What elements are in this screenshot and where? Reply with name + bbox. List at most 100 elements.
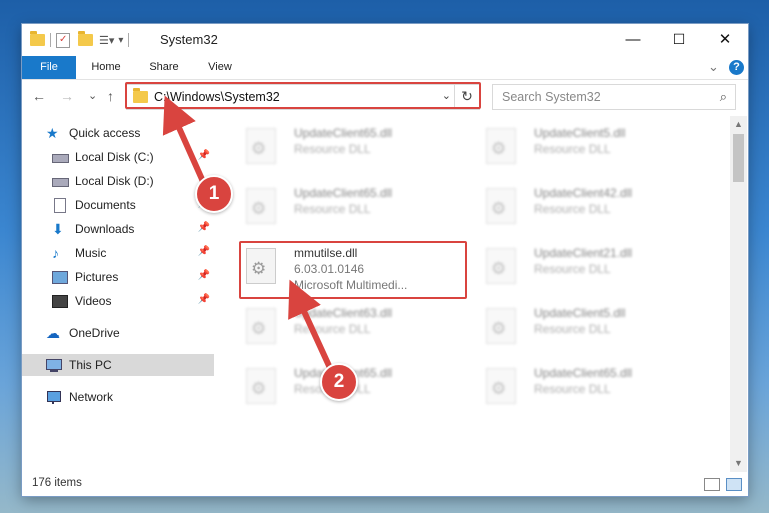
pin-icon[interactable]: 📌 <box>198 150 210 161</box>
dll-file-icon <box>246 188 276 224</box>
forward-button[interactable]: → <box>60 88 74 104</box>
sidebar-item-downloads[interactable]: ⬇ Downloads 📌 <box>22 218 214 240</box>
file-name: UpdateClient5.dll <box>534 306 626 320</box>
step-2-badge: 2 <box>320 363 358 401</box>
window-title: System32 <box>160 32 218 47</box>
star-icon: ★ <box>46 125 59 141</box>
video-icon <box>52 294 68 308</box>
file-description: Resource DLL <box>534 382 611 396</box>
sidebar-item-label: Downloads <box>75 222 135 236</box>
large-icons-view-icon[interactable] <box>726 478 742 491</box>
expand-ribbon-icon[interactable]: ⌄ <box>708 59 719 75</box>
sidebar-item-this-pc[interactable]: This PC <box>22 354 214 376</box>
pin-icon[interactable]: 📌 <box>198 246 210 257</box>
file-tile[interactable]: UpdateClient63.dll Resource DLL <box>240 300 470 356</box>
sidebar-item-label: OneDrive <box>69 326 120 340</box>
file-tile[interactable]: UpdateClient5.dll Resource DLL <box>480 300 710 356</box>
recent-locations-button[interactable]: ⌄ <box>88 89 97 102</box>
sidebar-item-label: Local Disk (D:) <box>75 174 154 188</box>
sidebar-item-label: Network <box>69 390 114 404</box>
scroll-down-icon[interactable]: ▼ <box>734 458 743 468</box>
customize-toolbar-icon[interactable]: ☰▾ <box>99 34 114 47</box>
search-input[interactable]: Search System32 <box>502 90 601 104</box>
back-button[interactable]: ← <box>32 88 46 104</box>
minimize-button[interactable]: — <box>610 24 656 54</box>
file-name: UpdateClient65.dll <box>534 366 633 380</box>
drive-icon <box>52 174 69 188</box>
file-description: Resource DLL <box>534 142 611 156</box>
cloud-icon: ☁ <box>46 325 60 341</box>
address-bar-highlight <box>125 82 481 109</box>
navigation-pane: ★ Quick access Local Disk (C:) 📌 Local D… <box>22 116 214 472</box>
status-bar: 176 items <box>22 472 748 496</box>
file-description: Resource DLL <box>534 322 611 336</box>
dll-file-icon <box>486 128 516 164</box>
new-folder-icon[interactable] <box>78 31 93 46</box>
close-button[interactable]: ✕ <box>702 24 748 54</box>
divider <box>50 33 51 47</box>
tab-view[interactable]: View <box>194 56 246 79</box>
search-box[interactable]: Search System32 ⌕ <box>492 84 736 110</box>
file-tile[interactable]: UpdateClient42.dll Resource DLL <box>480 180 710 236</box>
tab-file[interactable]: File <box>22 56 76 79</box>
scrollbar-thumb[interactable] <box>733 134 744 182</box>
file-description: Resource DLL <box>294 322 371 336</box>
tab-home[interactable]: Home <box>80 56 132 79</box>
sidebar-item-pictures[interactable]: Pictures 📌 <box>22 266 214 288</box>
sidebar-item-label: Pictures <box>75 270 119 284</box>
file-tile[interactable]: UpdateClient65.dll Resource DLL <box>240 180 470 236</box>
quick-access-chevron-icon[interactable]: ▾ <box>118 35 123 46</box>
sidebar-item-videos[interactable]: Videos 📌 <box>22 290 214 312</box>
dll-file-icon <box>486 248 516 284</box>
network-icon <box>46 390 62 404</box>
sidebar-item-quick-access[interactable]: ★ Quick access <box>22 122 214 144</box>
dll-file-icon <box>246 368 276 404</box>
sidebar-item-local-disk-c[interactable]: Local Disk (C:) 📌 <box>22 146 214 168</box>
search-icon[interactable]: ⌕ <box>720 89 727 105</box>
dll-file-icon <box>486 308 516 344</box>
scroll-up-icon[interactable]: ▲ <box>734 119 743 129</box>
file-name: UpdateClient5.dll <box>534 126 626 140</box>
pin-icon[interactable]: 📌 <box>198 222 210 233</box>
file-name: UpdateClient42.dll <box>534 186 633 200</box>
picture-icon <box>52 270 68 284</box>
file-tile[interactable]: UpdateClient65.dll Resource DLL <box>240 120 470 176</box>
dll-file-icon <box>246 308 276 344</box>
tab-share[interactable]: Share <box>138 56 190 79</box>
music-icon: ♪ <box>52 245 59 261</box>
vertical-scrollbar[interactable]: ▲ ▼ <box>730 116 747 472</box>
file-tile[interactable]: UpdateClient65.dll Resource DLL <box>480 360 710 416</box>
file-description: Resource DLL <box>534 262 611 276</box>
sidebar-item-label: Videos <box>75 294 112 308</box>
sidebar-item-music[interactable]: ♪ Music 📌 <box>22 242 214 264</box>
pin-icon[interactable]: 📌 <box>198 294 210 305</box>
computer-icon <box>46 358 62 372</box>
sidebar-item-local-disk-d[interactable]: Local Disk (D:) <box>22 170 214 192</box>
sidebar-item-label: This PC <box>69 358 112 372</box>
sidebar-item-network[interactable]: Network <box>22 386 214 408</box>
properties-icon[interactable]: ✓ <box>56 32 70 48</box>
up-button[interactable]: ↑ <box>107 88 114 104</box>
sidebar-item-label: Music <box>75 246 107 260</box>
dll-file-icon <box>486 188 516 224</box>
drive-icon <box>52 150 69 164</box>
pin-icon[interactable]: 📌 <box>198 270 210 281</box>
file-name: UpdateClient21.dll <box>534 246 633 260</box>
sidebar-item-label: Quick access <box>69 126 141 140</box>
file-tile[interactable]: UpdateClient21.dll Resource DLL <box>480 240 710 296</box>
sidebar-item-onedrive[interactable]: ☁ OneDrive <box>22 322 214 344</box>
file-description: Resource DLL <box>294 142 371 156</box>
maximize-button[interactable]: ☐ <box>656 24 702 54</box>
document-icon <box>52 198 68 213</box>
help-icon[interactable]: ? <box>729 60 744 75</box>
sidebar-item-label: Local Disk (C:) <box>75 150 154 164</box>
title-bar: ✓ ☰▾ ▾ System32 — ☐ ✕ <box>22 24 748 56</box>
ribbon: File Home Share View ⌄ ? <box>22 56 748 80</box>
file-explorer-window: ✓ ☰▾ ▾ System32 — ☐ ✕ File Home Share Vi… <box>22 24 748 496</box>
file-description: Resource DLL <box>294 202 371 216</box>
details-view-icon[interactable] <box>704 478 720 491</box>
file-highlight <box>239 241 467 299</box>
file-tile[interactable]: UpdateClient5.dll Resource DLL <box>480 120 710 176</box>
step-1-badge: 1 <box>195 175 233 213</box>
sidebar-item-documents[interactable]: Documents 📌 <box>22 194 214 216</box>
